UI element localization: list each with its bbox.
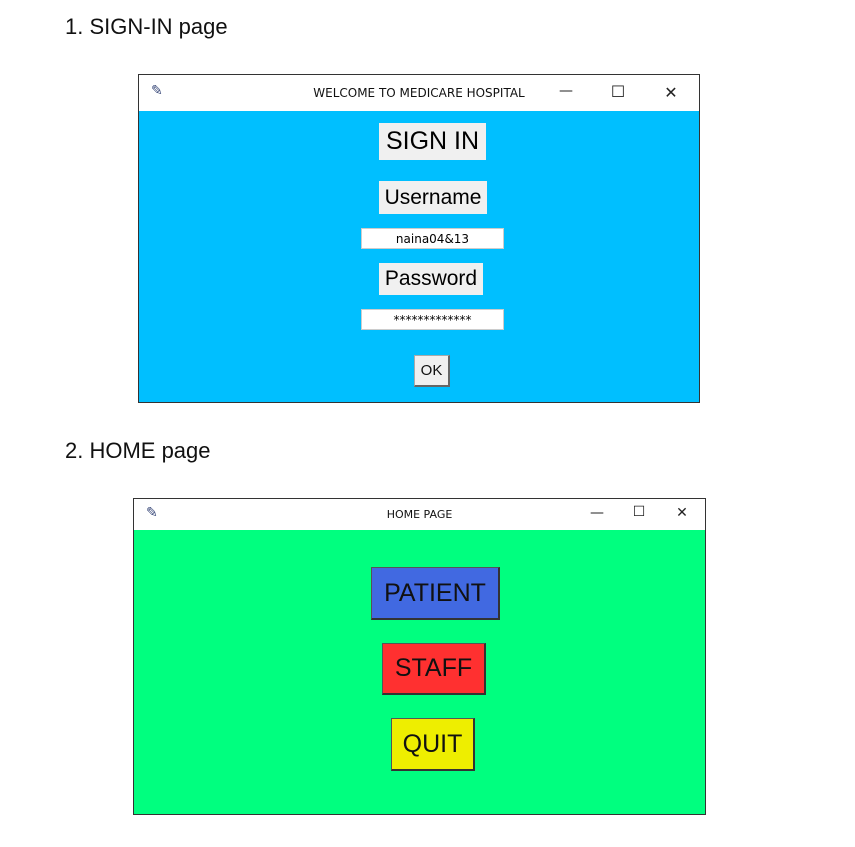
signin-window: ✎ WELCOME TO MEDICARE HOSPITAL — ☐ ✕ SIG… [138,74,700,403]
maximize-icon[interactable]: ☐ [608,82,628,101]
title-bar[interactable]: ✎ WELCOME TO MEDICARE HOSPITAL — ☐ ✕ [139,75,699,111]
patient-button[interactable]: PATIENT [371,567,500,620]
ok-button[interactable]: OK [414,355,450,387]
username-label: Username [379,181,487,214]
quit-button[interactable]: QUIT [391,718,475,771]
maximize-icon[interactable]: ☐ [629,504,649,520]
minimize-icon[interactable]: — [556,83,576,99]
signin-heading: SIGN IN [379,123,486,160]
username-input[interactable]: naina04&13 [361,228,504,249]
section-heading-home: 2. HOME page [65,438,211,463]
password-input[interactable]: ************* [361,309,504,330]
section-heading-signin: 1. SIGN-IN page [65,14,228,39]
close-icon[interactable]: ✕ [672,505,692,521]
close-icon[interactable]: ✕ [661,83,681,102]
home-window: ✎ HOME PAGE — ☐ ✕ PATIENT STAFF QUIT [133,498,706,815]
password-label: Password [379,263,483,295]
minimize-icon[interactable]: — [587,505,607,521]
title-bar[interactable]: ✎ HOME PAGE — ☐ ✕ [134,499,705,530]
staff-button[interactable]: STAFF [382,643,486,695]
window-title: HOME PAGE [386,508,453,521]
